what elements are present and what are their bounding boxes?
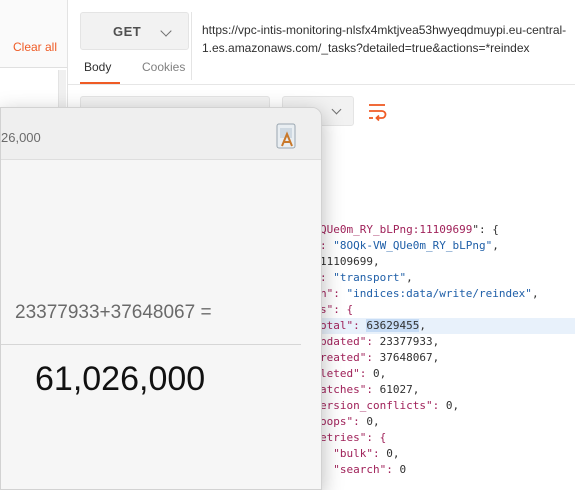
json-punct: ,	[419, 319, 426, 332]
json-string: "indices:data/write/reindex"	[346, 287, 532, 300]
calculator-header: 26,000	[1, 108, 321, 160]
json-key: ersion_conflicts":	[320, 399, 446, 412]
json-key: otal":	[320, 319, 367, 332]
json-key: s": {	[320, 303, 354, 316]
json-key: leted":	[320, 367, 373, 380]
calculator-result: 61,026,000	[35, 360, 206, 398]
url-field[interactable]: https://vpc-intis-monitoring-nlsfx4mktjv…	[191, 12, 575, 80]
json-punct: ,	[412, 383, 420, 396]
json-key: etries": {	[320, 431, 387, 444]
json-number: 63629455	[366, 319, 420, 332]
json-key: "bulk":	[320, 447, 387, 460]
json-punct: ,	[379, 367, 387, 380]
json-number: 0	[399, 463, 407, 476]
json-number: 61027	[379, 383, 413, 396]
calculator-window[interactable]: 26,000 23377933+37648067 = 61,026,000	[0, 107, 322, 490]
json-number: 11109699	[320, 255, 373, 268]
json-punct: ,	[392, 447, 400, 460]
divider	[68, 84, 575, 85]
json-punct: ,	[492, 239, 499, 252]
sidebar-scrollbar[interactable]	[58, 70, 66, 108]
json-punct: ,	[406, 271, 413, 284]
wrap-lines-icon	[369, 104, 387, 122]
json-punct: ": {	[472, 223, 499, 236]
json-number: 0	[386, 447, 393, 460]
json-number: 0	[366, 415, 373, 428]
json-number: 23377933	[379, 335, 433, 348]
json-punct: ,	[531, 287, 539, 300]
request-tabs: Body Cookies	[68, 58, 208, 86]
json-key: "search":	[320, 463, 400, 476]
json-string: "transport"	[333, 271, 407, 284]
tab-cookies[interactable]: Cookies	[142, 60, 185, 74]
json-key: n":	[320, 287, 347, 300]
app-icon[interactable]	[274, 122, 300, 152]
json-punct: ,	[432, 351, 440, 364]
json-punct: ,	[372, 255, 380, 268]
json-number: 0	[372, 367, 380, 380]
json-key: oops":	[320, 415, 367, 428]
json-key: atches":	[320, 383, 380, 396]
wrap-lines-button[interactable]	[362, 96, 392, 126]
method-select[interactable]: GET	[80, 12, 189, 50]
calculator-expression: 23377933+37648067 =	[15, 302, 212, 323]
sidebar-header: Clear all	[0, 0, 67, 68]
json-string: "8OQk-VW_QUe0m_RY_bLPng"	[333, 239, 493, 252]
tab-body[interactable]: Body	[84, 60, 111, 74]
json-key: QUe0m_RY_bLPng:11109699	[320, 223, 473, 236]
chevron-down-icon	[160, 25, 172, 37]
json-punct: ,	[372, 415, 380, 428]
url-text: https://vpc-intis-monitoring-nlsfx4mktjv…	[202, 23, 567, 55]
chevron-down-icon	[331, 104, 342, 115]
method-label: GET	[113, 24, 142, 39]
clear-all-button[interactable]: Clear all	[13, 40, 57, 54]
divider	[1, 344, 301, 345]
json-punct: ,	[432, 335, 440, 348]
json-key: pdated":	[320, 335, 380, 348]
json-key: reated":	[320, 351, 380, 364]
calculator-input: 26,000	[1, 130, 41, 145]
json-number: 37648067	[379, 351, 433, 364]
json-punct: ,	[452, 399, 460, 412]
